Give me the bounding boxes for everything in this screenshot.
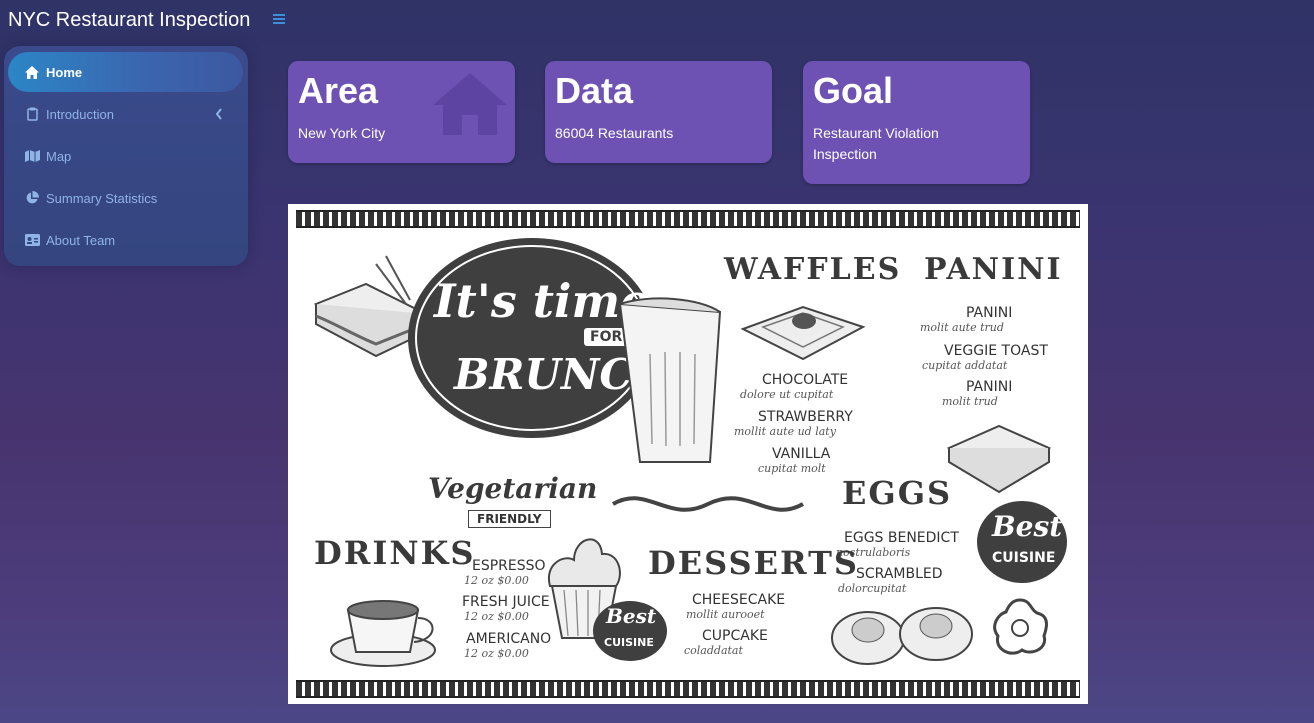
coffee-cup-illustration — [618, 297, 722, 463]
sidebar-item-label: Home — [46, 64, 83, 80]
drink-item-price: 12 oz $0.00 — [464, 647, 529, 660]
waffle-item-desc: dolore ut cupitat — [740, 388, 834, 401]
egg-item-name: EGGS BENEDICT — [844, 530, 959, 546]
clipboard-icon — [24, 106, 40, 122]
brunch-menu-image: It's time FOR BRUNCH WAFFLES CHOCOLATE d… — [288, 204, 1088, 704]
dessert-item-name: CUPCAKE — [702, 628, 768, 644]
drink-item-name: AMERICANO — [466, 631, 552, 647]
coffee-illustration — [330, 600, 436, 667]
section-desserts: DESSERTS — [648, 544, 859, 582]
waffle-item-name: STRAWBERRY — [758, 409, 853, 425]
panini-item-name: PANINI — [966, 379, 1013, 395]
drink-item-price: 12 oz $0.00 — [464, 610, 529, 623]
dessert-item-name: CHEESECAKE — [692, 592, 786, 608]
best-label: Best — [992, 510, 1063, 543]
cuisine-label-small: CUISINE — [604, 636, 654, 649]
pepper-illustration — [993, 598, 1048, 655]
drink-item-price: 12 oz $0.00 — [464, 574, 529, 587]
home-icon — [24, 64, 40, 80]
vegetarian-label: Vegetarian — [428, 472, 598, 505]
sidebar-toggle-button[interactable] — [272, 12, 286, 28]
card-title: Area — [298, 70, 379, 111]
eggs-illustration — [831, 607, 973, 665]
section-panini: PANINI — [924, 252, 1063, 287]
sidebar-item-introduction[interactable]: Introduction — [8, 94, 243, 134]
friendly-label: FRIENDLY — [468, 510, 551, 528]
card-subtitle: 86004 Restaurants — [555, 125, 674, 141]
panini-illustration — [946, 424, 1052, 494]
egg-item-desc: dolorcupitat — [838, 582, 907, 595]
dessert-item-desc: mollit aurooet — [686, 608, 765, 621]
card-title: Goal — [813, 70, 894, 111]
waffle-item-desc: cupitat molt — [758, 462, 826, 475]
egg-item-name: SCRAMBLED — [856, 566, 943, 582]
chevron-left-icon — [215, 107, 225, 121]
cuisine-label: CUISINE — [992, 550, 1056, 566]
sidebar-item-label: Introduction — [46, 106, 114, 122]
data-card: Data 86004 Restaurants — [545, 61, 772, 163]
swirl-ornament — [612, 496, 804, 512]
goal-card: Goal Restaurant Violation Inspection — [803, 61, 1030, 184]
section-eggs: EGGS — [842, 474, 953, 512]
hamburger-icon — [273, 14, 285, 24]
menu-border-bottom — [296, 680, 1080, 698]
panini-item-desc: molit trud — [942, 395, 998, 408]
panini-item-name: PANINI — [966, 305, 1013, 321]
sidebar-item-home[interactable]: Home — [8, 52, 243, 92]
map-icon — [24, 148, 40, 164]
id-card-icon — [24, 232, 40, 248]
waffle-item-name: CHOCOLATE — [762, 372, 849, 388]
panini-item-desc: molit aute trud — [920, 321, 1004, 334]
section-waffles: WAFFLES — [724, 252, 902, 287]
app-title: NYC Restaurant Inspection — [8, 9, 251, 31]
sidebar: Home Introduction Map Summary Statistics… — [4, 46, 248, 266]
panini-item-name: VEGGIE TOAST — [944, 343, 1048, 359]
card-subtitle: New York City — [298, 125, 386, 141]
drink-item-name: ESPRESSO — [472, 558, 546, 574]
sidebar-item-label: About Team — [46, 232, 116, 248]
waffle-item-desc: mollit aute ud laty — [734, 425, 836, 438]
dessert-item-desc: coladdatat — [684, 644, 743, 657]
menu-border-top — [296, 210, 1080, 228]
panini-item-desc: cupitat addatat — [922, 359, 1008, 372]
waffle-illustration — [740, 305, 866, 361]
sidebar-item-label: Map — [46, 148, 72, 164]
waffle-item-name: VANILLA — [772, 446, 831, 462]
card-subtitle: Restaurant Violation Inspection — [813, 125, 939, 162]
sidebar-item-label: Summary Statistics — [46, 190, 158, 206]
pie-chart-icon — [24, 190, 40, 206]
drink-item-name: FRESH JUICE — [462, 594, 550, 610]
sidebar-item-map[interactable]: Map — [8, 136, 243, 176]
best-label-small: Best — [606, 604, 657, 628]
sidebar-item-summary-statistics[interactable]: Summary Statistics — [8, 178, 243, 218]
sidebar-item-about-team[interactable]: About Team — [8, 220, 243, 260]
section-drinks: DRINKS — [314, 534, 476, 572]
card-title: Data — [555, 70, 634, 111]
area-card: Area New York City — [288, 61, 515, 163]
